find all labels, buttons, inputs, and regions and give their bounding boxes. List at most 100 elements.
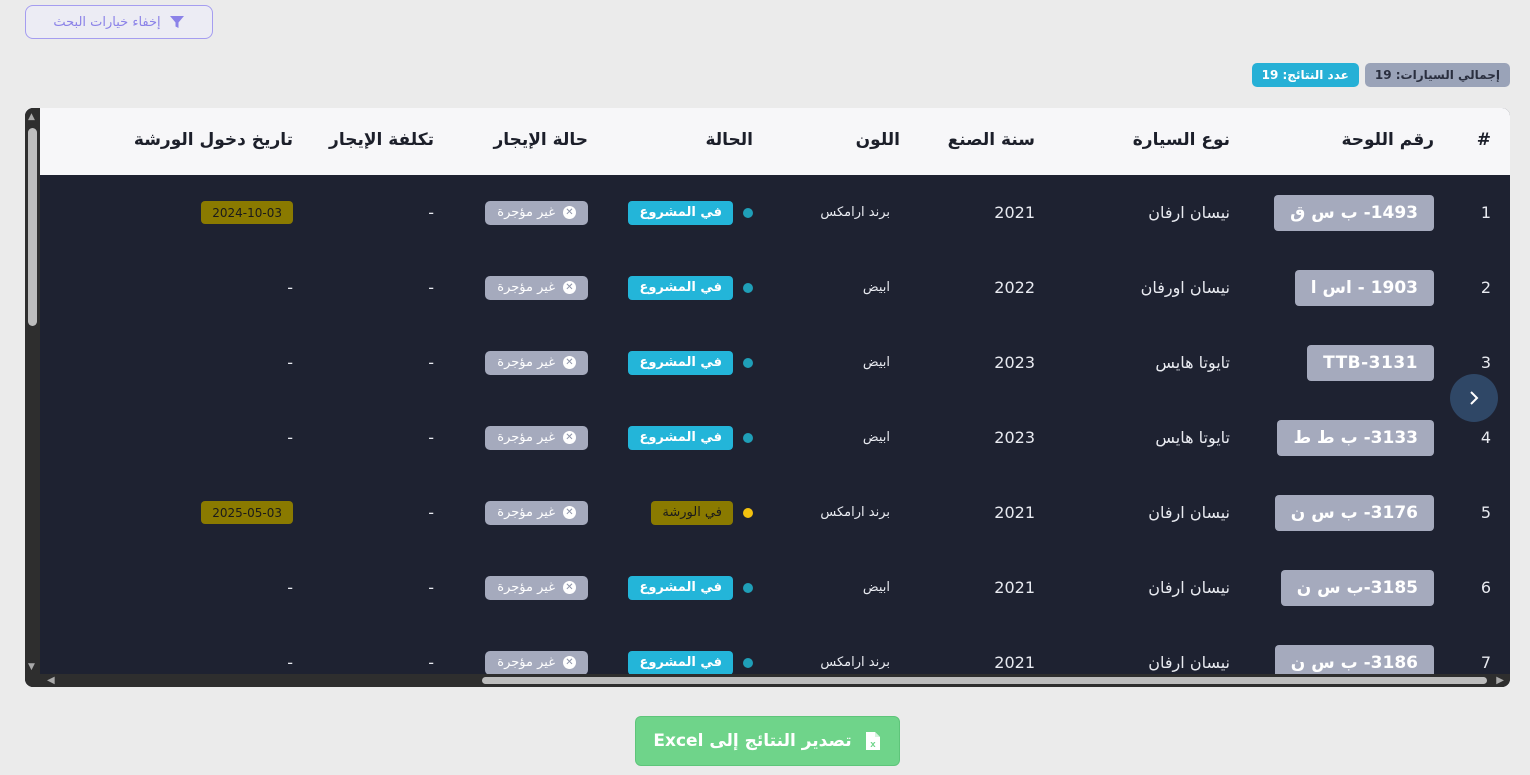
excel-file-icon: X xyxy=(865,732,880,750)
col-header-workshop-date[interactable]: تاريخ دخول الورشة xyxy=(134,130,293,150)
total-cars-badge: إجمالي السيارات: 19 xyxy=(1364,63,1510,87)
horizontal-scrollbar[interactable]: ◀ ▶ xyxy=(25,674,1510,687)
x-circle-icon: ✕ xyxy=(563,581,576,594)
row-index: 5 xyxy=(1480,503,1491,522)
table-body: 1 1493- ب س ق نيسان ارفان 2021 برند ارام… xyxy=(40,175,1510,674)
plate-number-badge[interactable]: 1493- ب س ق xyxy=(1274,194,1434,231)
scroll-left-icon[interactable]: ◀ xyxy=(47,674,55,687)
row-index: 7 xyxy=(1480,653,1491,672)
x-circle-icon: ✕ xyxy=(563,656,576,669)
col-header-status[interactable]: الحالة xyxy=(705,130,753,150)
col-header-rent-cost[interactable]: تكلفة الإيجار xyxy=(329,130,434,150)
status-dot-icon xyxy=(743,357,753,368)
x-circle-icon: ✕ xyxy=(563,356,576,369)
table-row[interactable]: 5 3176- ب س ن نيسان ارفان 2021 برند ارام… xyxy=(40,475,1510,550)
col-header-index[interactable]: # xyxy=(1477,130,1491,150)
status-dot-icon xyxy=(743,582,753,593)
export-excel-button[interactable]: X تصدير النتائج إلى Excel xyxy=(635,716,900,766)
manufacture-year: 2023 xyxy=(994,428,1035,447)
status-badge: في المشروع xyxy=(628,350,733,375)
rent-status-label: غير مؤجرة xyxy=(497,355,555,370)
manufacture-year: 2021 xyxy=(994,203,1035,222)
manufacture-year: 2022 xyxy=(994,278,1035,297)
col-header-rent-status[interactable]: حالة الإيجار xyxy=(493,130,588,150)
status-badge: في المشروع xyxy=(628,575,733,600)
car-color: برند ارامكس xyxy=(820,505,890,520)
status-dot-icon xyxy=(743,507,753,518)
table-row[interactable]: 7 3186- ب س ن نيسان ارفان 2021 برند ارام… xyxy=(40,625,1510,674)
car-type: تايوتا هايس xyxy=(1155,428,1230,447)
status-badge: في المشروع xyxy=(628,425,733,450)
rent-status-badge: ✕ غير مؤجرة xyxy=(485,425,588,450)
workshop-date: - xyxy=(287,578,293,597)
horizontal-scroll-thumb[interactable] xyxy=(482,677,1487,684)
rent-status-label: غير مؤجرة xyxy=(497,505,555,520)
plate-number-badge[interactable]: 1903 - اس ا xyxy=(1294,269,1434,306)
scroll-down-icon[interactable]: ▼ xyxy=(28,662,35,672)
rent-status-label: غير مؤجرة xyxy=(497,430,555,445)
rent-status-label: غير مؤجرة xyxy=(497,205,555,220)
summary-badges: إجمالي السيارات: 19 عدد النتائج: 19 xyxy=(1251,63,1510,87)
car-color: ابيض xyxy=(862,355,890,370)
plate-number-badge[interactable]: 3185-ب س ن xyxy=(1280,569,1434,606)
x-circle-icon: ✕ xyxy=(563,281,576,294)
row-index: 2 xyxy=(1480,278,1491,297)
workshop-date-badge: 2025-05-03 xyxy=(201,501,293,524)
car-color: برند ارامكس xyxy=(820,205,890,220)
row-index: 4 xyxy=(1480,428,1491,447)
rent-cost: - xyxy=(428,503,434,522)
car-type: نيسان ارفان xyxy=(1148,203,1230,222)
scroll-right-icon[interactable]: ▶ xyxy=(1496,674,1504,687)
table-row[interactable]: 3 TTB-3131 تايوتا هايس 2023 ابيض في المش… xyxy=(40,325,1510,400)
plate-number-badge[interactable]: 3133- ب ط ط xyxy=(1277,419,1434,456)
col-header-year[interactable]: سنة الصنع xyxy=(948,130,1035,150)
row-index: 1 xyxy=(1480,203,1491,222)
workshop-date: - xyxy=(287,278,293,297)
status-dot-icon xyxy=(743,657,753,668)
rent-cost: - xyxy=(428,353,434,372)
car-type: نيسان اورفان xyxy=(1140,278,1230,297)
cars-table: # رقم اللوحة نوع السيارة سنة الصنع اللون… xyxy=(25,108,1510,687)
car-type: نيسان ارفان xyxy=(1148,578,1230,597)
col-header-color[interactable]: اللون xyxy=(856,130,900,150)
status-badge: في المشروع xyxy=(628,650,733,674)
rent-status-badge: ✕ غير مؤجرة xyxy=(485,650,588,674)
status-badge: في المشروع xyxy=(628,200,733,225)
rent-status-label: غير مؤجرة xyxy=(497,580,555,595)
car-color: برند ارامكس xyxy=(820,655,890,670)
rent-cost: - xyxy=(428,653,434,672)
plate-number-badge[interactable]: TTB-3131 xyxy=(1307,344,1434,381)
x-circle-icon: ✕ xyxy=(563,431,576,444)
row-index: 6 xyxy=(1480,578,1491,597)
hide-search-options-label: إخفاء خيارات البحث xyxy=(53,14,161,30)
vertical-scrollbar[interactable]: ▲ ▼ xyxy=(25,108,40,674)
manufacture-year: 2021 xyxy=(994,578,1035,597)
table-row[interactable]: 4 3133- ب ط ط تايوتا هايس 2023 ابيض في ا… xyxy=(40,400,1510,475)
svg-text:X: X xyxy=(870,741,876,749)
rent-status-badge: ✕ غير مؤجرة xyxy=(485,575,588,600)
table-header: # رقم اللوحة نوع السيارة سنة الصنع اللون… xyxy=(40,108,1510,175)
chevron-right-icon xyxy=(1470,391,1479,405)
status-dot-icon xyxy=(743,432,753,443)
table-row[interactable]: 6 3185-ب س ن نيسان ارفان 2021 ابيض في ال… xyxy=(40,550,1510,625)
x-circle-icon: ✕ xyxy=(563,506,576,519)
status-badge: في الورشة xyxy=(651,500,733,525)
col-header-plate[interactable]: رقم اللوحة xyxy=(1341,130,1434,150)
hide-search-options-button[interactable]: إخفاء خيارات البحث xyxy=(25,5,213,39)
rent-status-badge: ✕ غير مؤجرة xyxy=(485,350,588,375)
plate-number-badge[interactable]: 3176- ب س ن xyxy=(1274,494,1434,531)
vertical-scroll-thumb[interactable] xyxy=(28,128,37,326)
filter-icon xyxy=(169,16,184,28)
col-header-car-type[interactable]: نوع السيارة xyxy=(1133,130,1230,150)
scroll-table-next-button[interactable] xyxy=(1450,374,1498,422)
table-row[interactable]: 1 1493- ب س ق نيسان ارفان 2021 برند ارام… xyxy=(40,175,1510,250)
table-row[interactable]: 2 1903 - اس ا نيسان اورفان 2022 ابيض في … xyxy=(40,250,1510,325)
rent-cost: - xyxy=(428,428,434,447)
scroll-up-icon[interactable]: ▲ xyxy=(28,112,35,122)
export-excel-label: تصدير النتائج إلى Excel xyxy=(653,731,852,751)
rent-status-badge: ✕ غير مؤجرة xyxy=(485,500,588,525)
manufacture-year: 2021 xyxy=(994,653,1035,672)
plate-number-badge[interactable]: 3186- ب س ن xyxy=(1274,644,1434,674)
manufacture-year: 2023 xyxy=(994,353,1035,372)
status-dot-icon xyxy=(743,282,753,293)
